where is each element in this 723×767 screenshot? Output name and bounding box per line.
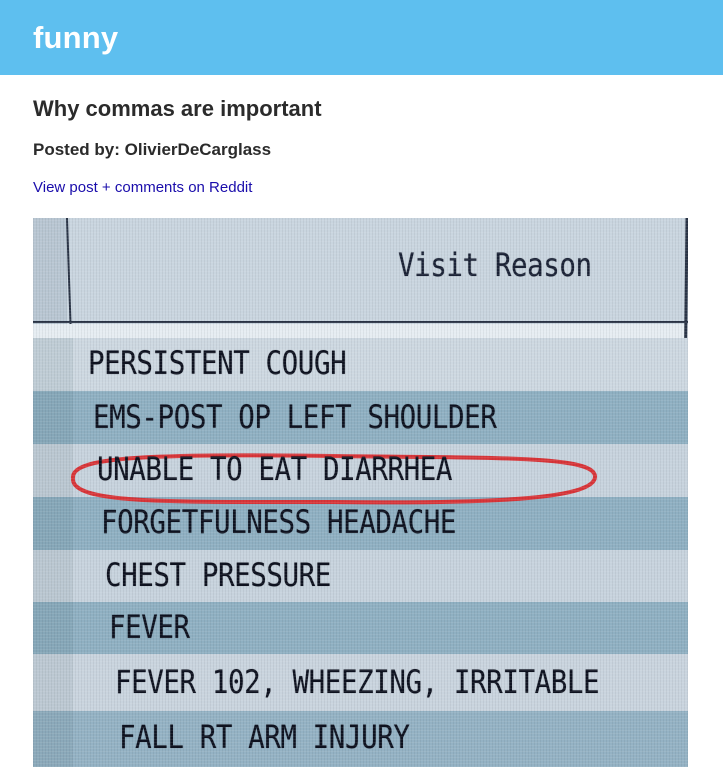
visit-reason-row: CHEST PRESSURE bbox=[105, 556, 331, 594]
subreddit-header: funny bbox=[0, 0, 723, 75]
post-content: Why commas are important Posted by: Oliv… bbox=[0, 96, 723, 197]
visit-reason-row: EMS-POST OP LEFT SHOULDER bbox=[93, 398, 497, 436]
visit-reason-row: PERSISTENT COUGH bbox=[88, 344, 347, 382]
post-author: Posted by: OlivierDeCarglass bbox=[33, 140, 272, 159]
visit-reason-row: FALL RT ARM INJURY bbox=[119, 718, 410, 756]
post-image[interactable]: Visit Reason PERSISTENT COUGH EMS-POST O… bbox=[33, 218, 688, 767]
subreddit-title[interactable]: funny bbox=[33, 20, 118, 56]
visit-reason-row-circled: UNABLE TO EAT DIARRHEA bbox=[97, 450, 453, 488]
post-title: Why commas are important bbox=[33, 96, 322, 121]
visit-reason-row: FEVER 102, WHEEZING, IRRITABLE bbox=[115, 663, 600, 701]
visit-reason-row: FEVER bbox=[109, 608, 190, 646]
view-on-reddit-link[interactable]: View post + comments on Reddit bbox=[33, 179, 252, 196]
visit-reason-row: FORGETFULNESS HEADACHE bbox=[101, 503, 457, 541]
visit-reason-header: Visit Reason bbox=[398, 246, 592, 284]
